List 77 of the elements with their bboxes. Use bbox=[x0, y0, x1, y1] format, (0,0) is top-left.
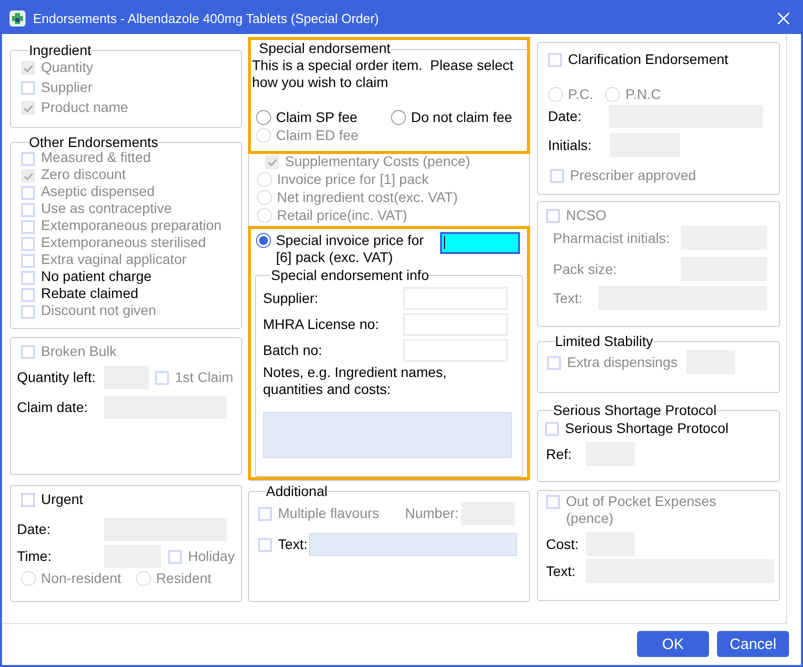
field-label: Pack size: bbox=[553, 260, 618, 278]
checkbox-label: Rebate claimed bbox=[41, 285, 138, 302]
checkbox-label: Extemporaneous preparation bbox=[41, 217, 222, 234]
radio-label: Invoice price for [1] pack bbox=[277, 171, 429, 188]
field-label: Supplier: bbox=[263, 290, 320, 307]
checkbox-label: Aseptic dispensed bbox=[41, 183, 155, 200]
field-label: Quantity left: bbox=[17, 369, 97, 386]
checkbox-label: Quantity bbox=[41, 59, 94, 76]
checkbox-label: Urgent bbox=[41, 491, 84, 508]
radio-button[interactable] bbox=[391, 110, 406, 125]
radio-label: Claim ED fee bbox=[276, 127, 358, 144]
checkbox[interactable] bbox=[21, 271, 35, 285]
radio-label: Non-resident bbox=[41, 570, 122, 587]
checkbox-label: Supplementary Costs (pence) bbox=[285, 153, 470, 170]
field-label: Notes, e.g. Ingredient names, quantities and costs: bbox=[263, 364, 448, 398]
radio-label: P.N.C bbox=[625, 86, 661, 103]
radio-button[interactable] bbox=[256, 232, 271, 248]
close-button[interactable] bbox=[775, 10, 791, 26]
group-title: Additional bbox=[266, 483, 328, 500]
group-title: Serious Shortage Protocol bbox=[553, 402, 716, 419]
checkbox-label: Supplier bbox=[41, 79, 92, 96]
checkbox-label: Clarification Endorsement bbox=[568, 51, 728, 68]
field-label: Initials: bbox=[548, 136, 593, 154]
radio-label: Net ingredient cost(exc. VAT) bbox=[277, 189, 458, 206]
dialog-button[interactable]: OK bbox=[637, 631, 709, 657]
checkbox[interactable] bbox=[21, 288, 35, 302]
radio-button[interactable] bbox=[256, 110, 271, 125]
app-icon bbox=[9, 10, 26, 26]
radio-label: Do not claim fee bbox=[411, 109, 512, 126]
field-label: Text: bbox=[553, 290, 584, 306]
input-field[interactable] bbox=[440, 232, 520, 254]
checkbox-label: Out of Pocket Expenses (pence) bbox=[566, 493, 718, 527]
checkbox[interactable] bbox=[548, 53, 562, 67]
field-label: Time: bbox=[17, 548, 52, 565]
checkbox-label: Product name bbox=[41, 99, 128, 116]
group-title: Ingredient bbox=[29, 42, 92, 59]
field-label: Text: bbox=[546, 562, 577, 580]
checkbox-label: 1st Claim bbox=[175, 369, 234, 386]
checkbox-label: Extemporaneous sterilised bbox=[41, 234, 206, 251]
checkbox-label: Broken Bulk bbox=[41, 343, 116, 360]
checkbox-label: NCSO bbox=[566, 207, 606, 224]
radio-label: Special invoice price for [6] pack (exc. VAT) bbox=[276, 232, 425, 266]
group-title: Special endorsement info bbox=[271, 266, 429, 284]
field-label: Cost: bbox=[546, 536, 580, 552]
radio-label: P.C. bbox=[568, 86, 594, 103]
checkbox[interactable] bbox=[545, 422, 559, 436]
checkbox-label: No patient charge bbox=[41, 268, 152, 285]
checkbox[interactable] bbox=[258, 538, 272, 552]
field-label: Ref: bbox=[546, 446, 573, 462]
field-label: Batch no: bbox=[263, 342, 324, 359]
checkbox-label: Multiple flavours bbox=[278, 505, 380, 522]
dialog-button[interactable]: Cancel bbox=[717, 631, 789, 657]
checkbox-label: Use as contraceptive bbox=[41, 200, 172, 217]
group-title: Other Endorsements bbox=[29, 134, 158, 151]
group-title: Limited Stability bbox=[555, 333, 654, 350]
checkbox-label: Zero discount bbox=[41, 166, 126, 183]
checkbox-label: Extra dispensings bbox=[567, 354, 678, 370]
checkbox-label: Discount not given bbox=[41, 302, 156, 319]
field-label: Date: bbox=[548, 108, 582, 125]
field-label: MHRA License no: bbox=[263, 316, 380, 333]
checkbox-label: Extra vaginal applicator bbox=[41, 251, 187, 268]
radio-label: Claim SP fee bbox=[276, 109, 358, 126]
radio-label: Retail price(inc. VAT) bbox=[277, 207, 408, 224]
checkbox-label: Serious Shortage Protocol bbox=[565, 420, 728, 437]
checkbox-label: Holiday bbox=[188, 548, 235, 565]
field-label: Number: bbox=[405, 505, 459, 522]
window-title: Endorsements - Albendazole 400mg Tablets (Special Order) bbox=[33, 10, 379, 26]
field-label: Date: bbox=[17, 521, 52, 538]
checkbox[interactable] bbox=[21, 493, 35, 507]
checkbox-label: Measured & fitted bbox=[41, 149, 151, 166]
message-text: This is a special order item. Please select how you wish to claim bbox=[251, 57, 514, 91]
checkbox-label: Prescriber approved bbox=[570, 167, 696, 184]
field-label: Claim date: bbox=[17, 399, 89, 416]
checkbox-label: Text: bbox=[278, 536, 308, 553]
group-title: Special endorsement bbox=[259, 40, 391, 57]
field-label: Pharmacist initials: bbox=[553, 230, 671, 246]
radio-label: Resident bbox=[156, 570, 212, 587]
